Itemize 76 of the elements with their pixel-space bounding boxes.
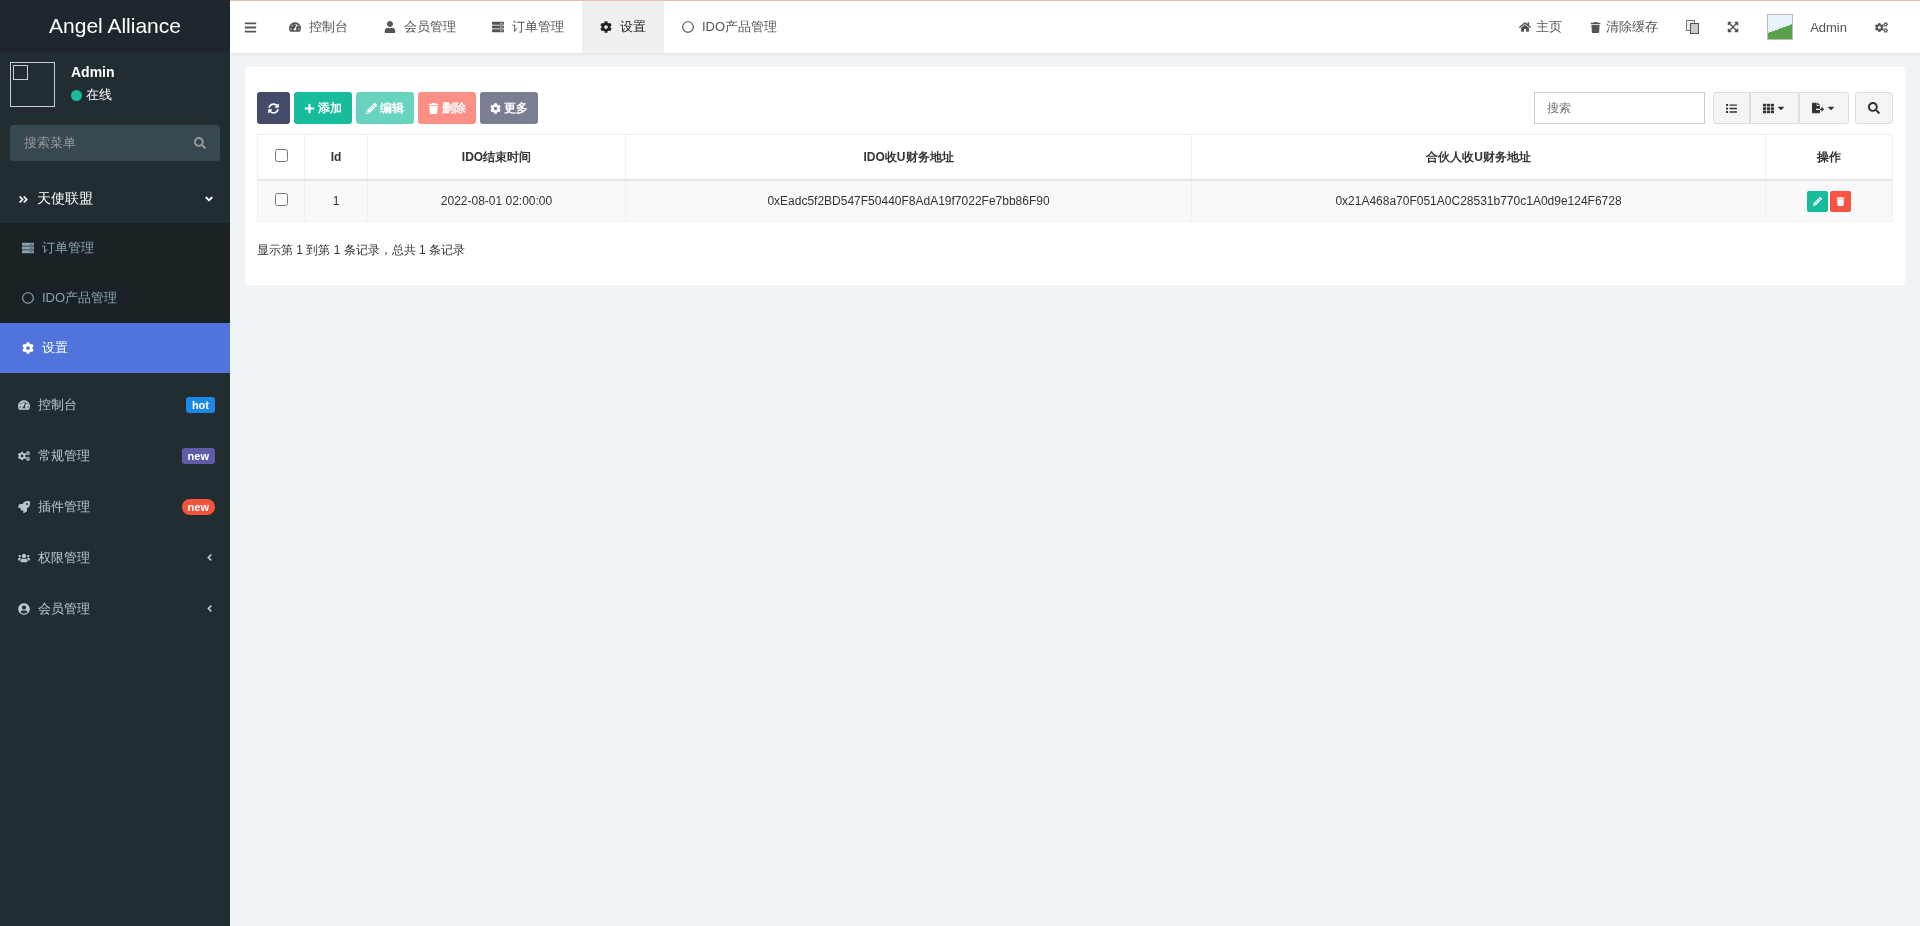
clear-cache-button[interactable]: 清除缓存	[1578, 1, 1671, 53]
settings-icon	[22, 342, 34, 354]
user-name: Admin	[71, 64, 115, 80]
online-dot	[71, 89, 82, 101]
toggle-view-button[interactable]	[1713, 92, 1750, 124]
menu-badge: hot	[185, 396, 215, 413]
search-button[interactable]	[1855, 92, 1893, 124]
dashboard-icon	[18, 398, 30, 411]
plus-icon	[304, 102, 315, 114]
menu-icon	[244, 20, 257, 34]
nav-tab[interactable]: 控制台	[271, 1, 366, 53]
column-header: IDO收U财务地址	[863, 149, 954, 164]
column-header: IDO结束时间	[461, 149, 532, 164]
pencil-icon	[366, 102, 377, 114]
home-icon	[1519, 21, 1532, 33]
list-icon	[1726, 102, 1737, 114]
fullscreen-icon	[1727, 21, 1740, 33]
export-icon	[1812, 102, 1824, 114]
trash-icon	[428, 102, 439, 114]
menu-item[interactable]: 权限管理	[0, 532, 230, 583]
column-header: 操作	[1817, 149, 1841, 164]
menu-group[interactable]: 天使联盟	[0, 175, 230, 223]
table-cell: 0x21A468a70F051A0C28531b770c1A0d9e124F6728	[1335, 194, 1622, 208]
search-icon	[194, 137, 206, 149]
user-icon	[384, 21, 396, 33]
user-status: 在线	[86, 86, 112, 104]
menu-item[interactable]: 订单管理	[0, 223, 230, 273]
table-cell: 0xEadc5f2BD547F50440F8AdA19f7022Fe7bb86F90	[767, 194, 1050, 208]
menu-item[interactable]: 插件管理 new	[0, 481, 230, 532]
nav-tab[interactable]: 会员管理	[366, 1, 474, 53]
row-checkbox[interactable]	[274, 193, 288, 206]
list-icon	[492, 21, 504, 33]
app-logo: Angel Alliance	[0, 0, 230, 52]
nav-tab[interactable]: 设置	[582, 1, 664, 53]
table-cell: 1	[332, 194, 340, 208]
menu-item[interactable]: 常规管理 new	[0, 430, 230, 481]
export-button[interactable]	[1799, 92, 1849, 124]
column-header: 合伙人收U财务地址	[1426, 149, 1531, 164]
more-button[interactable]: 更多	[480, 92, 538, 124]
delete-button[interactable]	[1830, 190, 1851, 212]
rocket-icon	[18, 500, 30, 513]
menu-item[interactable]: 会员管理	[0, 583, 230, 634]
pagination-info: 显示第 1 到第 1 条记录，总共 1 条记录	[257, 242, 467, 259]
home-link[interactable]: 主页	[1507, 1, 1575, 53]
broken-image-icon	[1767, 14, 1794, 40]
refresh-icon	[268, 102, 279, 114]
menu-badge: new	[181, 447, 215, 464]
settings-icon	[1875, 20, 1888, 34]
column-header: Id	[330, 150, 342, 164]
trash-icon	[1836, 196, 1845, 206]
menu-badge: new	[181, 498, 215, 515]
search-icon	[1868, 102, 1880, 114]
pencil-icon	[1813, 196, 1822, 206]
users-icon	[18, 551, 30, 564]
settings-icon	[490, 102, 501, 114]
avatar-placeholder	[10, 62, 55, 107]
search-field[interactable]: 搜索	[1534, 92, 1705, 124]
nav-tab[interactable]: IDO产品管理	[664, 1, 796, 53]
edit-button[interactable]	[1807, 190, 1828, 212]
settings-icon	[600, 21, 612, 33]
menu-item[interactable]: 控制台 hot	[0, 379, 230, 430]
table-cell: 2022-08-01 02:00:00	[440, 194, 553, 208]
grid-icon	[1763, 102, 1774, 114]
columns-button[interactable]	[1750, 92, 1799, 124]
dashboard-icon	[289, 21, 301, 33]
list-icon	[22, 242, 34, 254]
pages-icon	[1686, 20, 1700, 34]
gears-icon	[18, 449, 30, 462]
refresh-button[interactable]	[257, 92, 290, 124]
menu-item[interactable]: IDO产品管理	[0, 273, 230, 323]
chevrons-icon	[18, 193, 29, 205]
menu-item[interactable]: 设置	[0, 323, 230, 373]
nav-tab[interactable]: 订单管理	[474, 1, 582, 53]
trash-icon	[1590, 21, 1602, 33]
user-menu[interactable]: Admin	[1755, 1, 1859, 53]
select-all-checkbox[interactable]	[274, 149, 288, 162]
